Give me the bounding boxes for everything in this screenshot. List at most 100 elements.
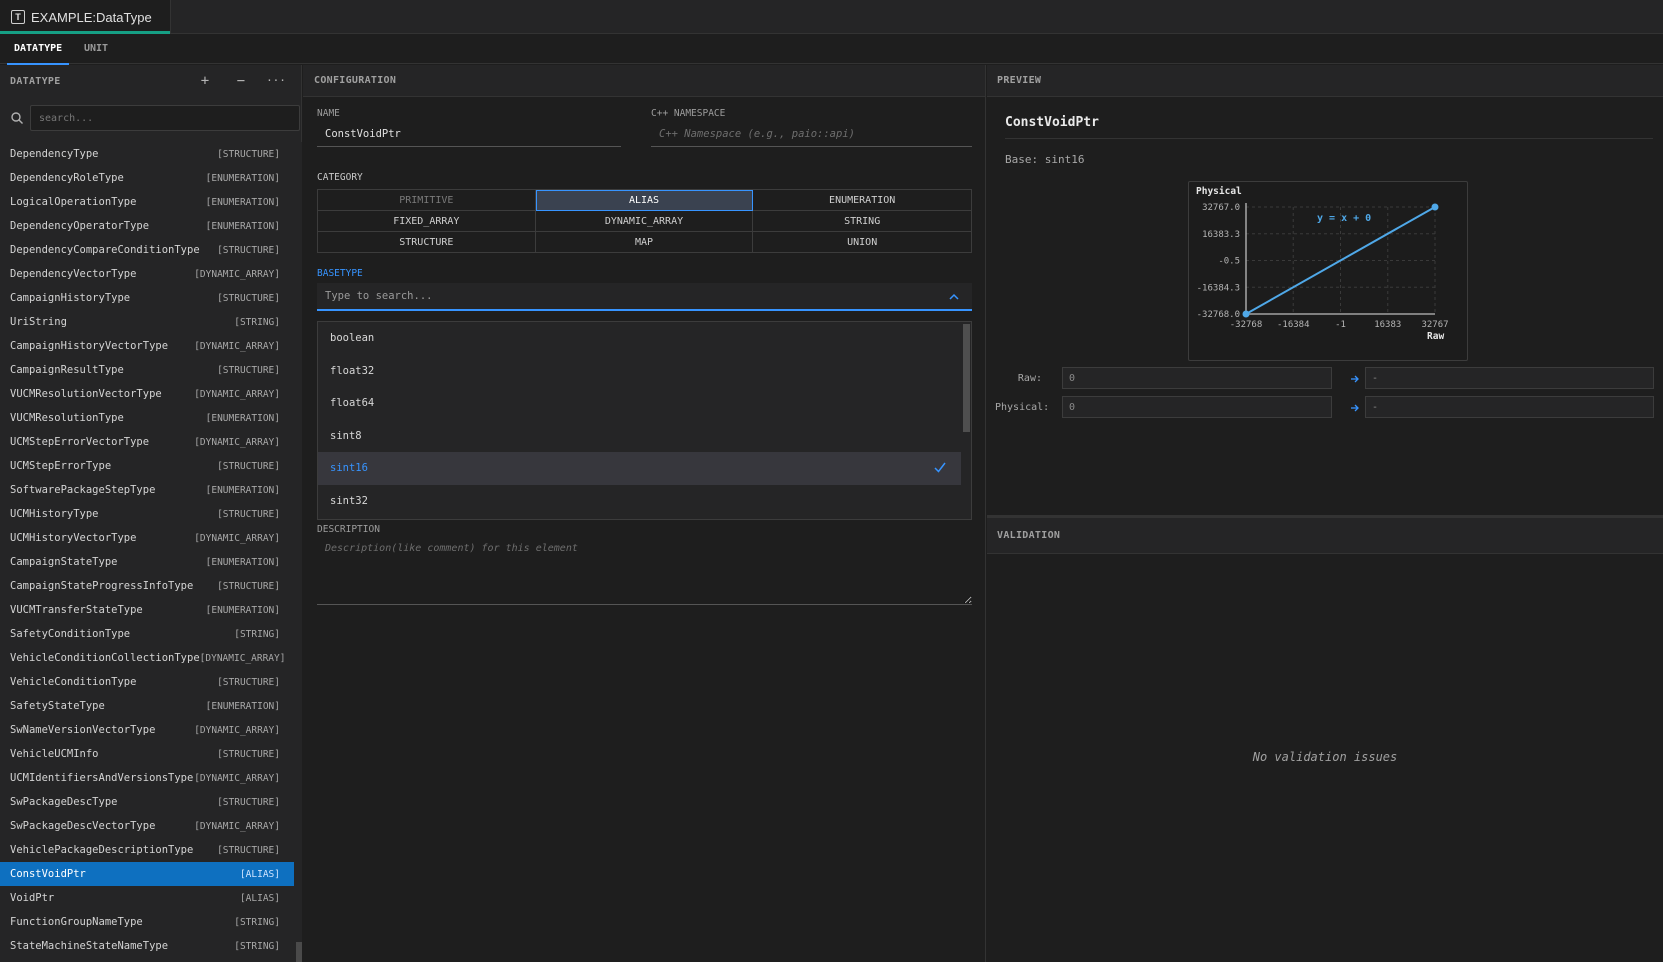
datatype-item-kind: [STRING] xyxy=(234,916,280,928)
basetype-option[interactable]: float32 xyxy=(318,355,961,388)
physical-input[interactable] xyxy=(1062,396,1332,418)
datatype-list-item[interactable]: VUCMResolutionVectorType [DYNAMIC_ARRAY] xyxy=(0,382,294,406)
search-icon xyxy=(11,112,23,124)
datatype-item-name: SwPackageDescVectorType xyxy=(10,820,156,832)
datatype-item-kind: [STRUCTURE] xyxy=(217,508,280,520)
datatype-list-item[interactable]: CampaignResultType [STRUCTURE] xyxy=(0,358,294,382)
formula-label: y = x + 0 xyxy=(1317,213,1371,224)
datatype-list-item[interactable]: FunctionGroupNameType [STRING] xyxy=(0,910,294,934)
datatype-item-kind: [STRING] xyxy=(234,316,280,328)
x-axis-label: Raw xyxy=(1427,331,1444,342)
datatype-list-item[interactable]: VehiclePackageDescriptionType [STRUCTURE] xyxy=(0,838,294,862)
basetype-label: BASETYPE xyxy=(317,268,363,279)
namespace-field[interactable] xyxy=(651,121,972,147)
category-option-alias[interactable]: ALIAS xyxy=(535,190,754,211)
datatype-list-item[interactable]: UriString [STRING] xyxy=(0,310,294,334)
datatype-list-item[interactable]: VehicleConditionType [STRUCTURE] xyxy=(0,670,294,694)
datatype-list-item[interactable]: SwPackageDescVectorType [DYNAMIC_ARRAY] xyxy=(0,814,294,838)
dropdown-scrollbar[interactable] xyxy=(963,322,971,519)
arrow-right-icon xyxy=(1351,375,1359,383)
tab-datatype[interactable]: DATATYPE xyxy=(4,34,72,65)
datatype-list-item[interactable]: CampaignHistoryVectorType [DYNAMIC_ARRAY] xyxy=(0,334,294,358)
datatype-item-name: VehiclePackageDescriptionType xyxy=(10,844,194,856)
datatype-list-item[interactable]: DependencyVectorType [DYNAMIC_ARRAY] xyxy=(0,262,294,286)
description-field[interactable] xyxy=(317,535,972,605)
datatype-list-item[interactable]: LogicalOperationType [ENUMERATION] xyxy=(0,190,294,214)
datatype-list-item[interactable]: VehicleConditionCollectionType [DYNAMIC_A… xyxy=(0,646,294,670)
datatype-item-kind: [ENUMERATION] xyxy=(205,220,280,232)
datatype-list-item[interactable]: VUCMTransferStateType [ENUMERATION] xyxy=(0,598,294,622)
datatype-list-item[interactable]: SoftwarePackageStepType [ENUMERATION] xyxy=(0,478,294,502)
datatype-list-item[interactable]: UCMStepErrorType [STRUCTURE] xyxy=(0,454,294,478)
remove-datatype-button[interactable]: − xyxy=(231,72,251,90)
category-option-map[interactable]: MAP xyxy=(536,232,754,253)
type-document-icon: T xyxy=(11,10,25,24)
datatype-list-item[interactable]: SafetyConditionType [STRING] xyxy=(0,622,294,646)
datatype-list-item[interactable]: DependencyOperatorType [ENUMERATION] xyxy=(0,214,294,238)
y-tick-label: -0.5 xyxy=(1218,257,1240,267)
datatype-item-name: UCMStepErrorVectorType xyxy=(10,436,150,448)
chevron-up-icon[interactable] xyxy=(948,292,960,302)
datatype-item-name: LogicalOperationType xyxy=(10,196,137,208)
datatype-item-name: DependencyOperatorType xyxy=(10,220,150,232)
datatype-item-kind: [DYNAMIC_ARRAY] xyxy=(194,340,280,352)
datatype-search-input[interactable] xyxy=(30,105,300,131)
editor-subtabs: DATATYPE UNIT xyxy=(0,34,1663,65)
category-option-structure[interactable]: STRUCTURE xyxy=(318,232,536,253)
name-field[interactable] xyxy=(317,121,621,147)
raw-input[interactable] xyxy=(1062,367,1332,389)
add-datatype-button[interactable]: + xyxy=(195,72,215,90)
category-option-enumeration[interactable]: ENUMERATION xyxy=(753,190,971,211)
y-tick-label: -32768.0 xyxy=(1197,310,1240,320)
datatype-list-item[interactable]: VUCMResolutionType [ENUMERATION] xyxy=(0,406,294,430)
basetype-option[interactable]: sint16 xyxy=(318,452,961,485)
datatype-list-item[interactable]: VehicleUCMInfo [STRUCTURE] xyxy=(0,742,294,766)
datatype-item-name: UCMIdentifiersAndVersionsType xyxy=(10,772,194,784)
datatype-item-kind: [STRUCTURE] xyxy=(217,676,280,688)
datatype-item-kind: [STRUCTURE] xyxy=(217,460,280,472)
category-option-dynamic-array[interactable]: DYNAMIC_ARRAY xyxy=(535,211,754,232)
datatype-list-item[interactable]: VoidPtr [ALIAS] xyxy=(0,886,294,910)
more-options-button[interactable]: ··· xyxy=(266,72,286,90)
x-tick-label: -32768 xyxy=(1230,320,1263,330)
category-option-union[interactable]: UNION xyxy=(753,232,971,253)
scrollbar-thumb[interactable] xyxy=(963,324,970,432)
datatype-list-item[interactable]: DependencyCompareConditionType [STRUCTURE… xyxy=(0,238,294,262)
datatype-list-item[interactable]: StateMachineStateNameType [STRING] xyxy=(0,934,294,958)
y-tick-label: 32767.0 xyxy=(1202,203,1240,213)
datatype-item-name: UCMStepErrorType xyxy=(10,460,112,472)
scrollbar-thumb[interactable] xyxy=(296,942,302,962)
datatype-item-name: CampaignHistoryVectorType xyxy=(10,340,169,352)
basetype-option[interactable]: boolean xyxy=(318,322,961,355)
datatype-list-item[interactable]: DependencyType [STRUCTURE] xyxy=(0,142,294,166)
datatype-list-item[interactable]: CampaignStateType [ENUMERATION] xyxy=(0,550,294,574)
datatype-list-item[interactable]: UCMHistoryType [STRUCTURE] xyxy=(0,502,294,526)
datatype-item-kind: [ENUMERATION] xyxy=(205,172,280,184)
document-tab[interactable]: T EXAMPLE:DataType xyxy=(0,0,171,34)
datatype-list-item[interactable]: SwPackageDescType [STRUCTURE] xyxy=(0,790,294,814)
basetype-option[interactable]: sint8 xyxy=(318,420,961,453)
datatype-item-name: DependencyType xyxy=(10,148,99,160)
datatype-item-name: VehicleUCMInfo xyxy=(10,748,99,760)
category-option-fixed-array[interactable]: FIXED_ARRAY xyxy=(318,211,536,232)
validation-title: VALIDATION xyxy=(997,530,1061,541)
datatype-list-item[interactable]: CampaignStateProgressInfoType [STRUCTURE] xyxy=(0,574,294,598)
tab-unit[interactable]: UNIT xyxy=(74,34,118,64)
basetype-option[interactable]: sint32 xyxy=(318,485,961,518)
datatype-list-item[interactable]: DependencyRoleType [ENUMERATION] xyxy=(0,166,294,190)
basetype-option[interactable]: float64 xyxy=(318,387,961,420)
data-point xyxy=(1242,310,1250,318)
x-tick-label: -1 xyxy=(1335,320,1346,330)
datatype-list-item[interactable]: UCMStepErrorVectorType [DYNAMIC_ARRAY] xyxy=(0,430,294,454)
basetype-option-label: sint16 xyxy=(330,462,368,475)
basetype-search-input[interactable] xyxy=(317,283,972,311)
datatype-list-item[interactable]: SafetyStateType [ENUMERATION] xyxy=(0,694,294,718)
datatype-list-item[interactable]: CampaignHistoryType [STRUCTURE] xyxy=(0,286,294,310)
datatype-list-item[interactable]: SwNameVersionVectorType [DYNAMIC_ARRAY] xyxy=(0,718,294,742)
datatype-list-item[interactable]: ConstVoidPtr [ALIAS] xyxy=(0,862,294,886)
datatype-list-item[interactable]: UCMIdentifiersAndVersionsType [DYNAMIC_AR… xyxy=(0,766,294,790)
datatype-list-item[interactable]: UCMHistoryVectorType [DYNAMIC_ARRAY] xyxy=(0,526,294,550)
category-option-string[interactable]: STRING xyxy=(753,211,971,232)
datatype-list-scrollbar[interactable] xyxy=(296,142,302,962)
preview-type-name: ConstVoidPtr xyxy=(1005,115,1099,130)
